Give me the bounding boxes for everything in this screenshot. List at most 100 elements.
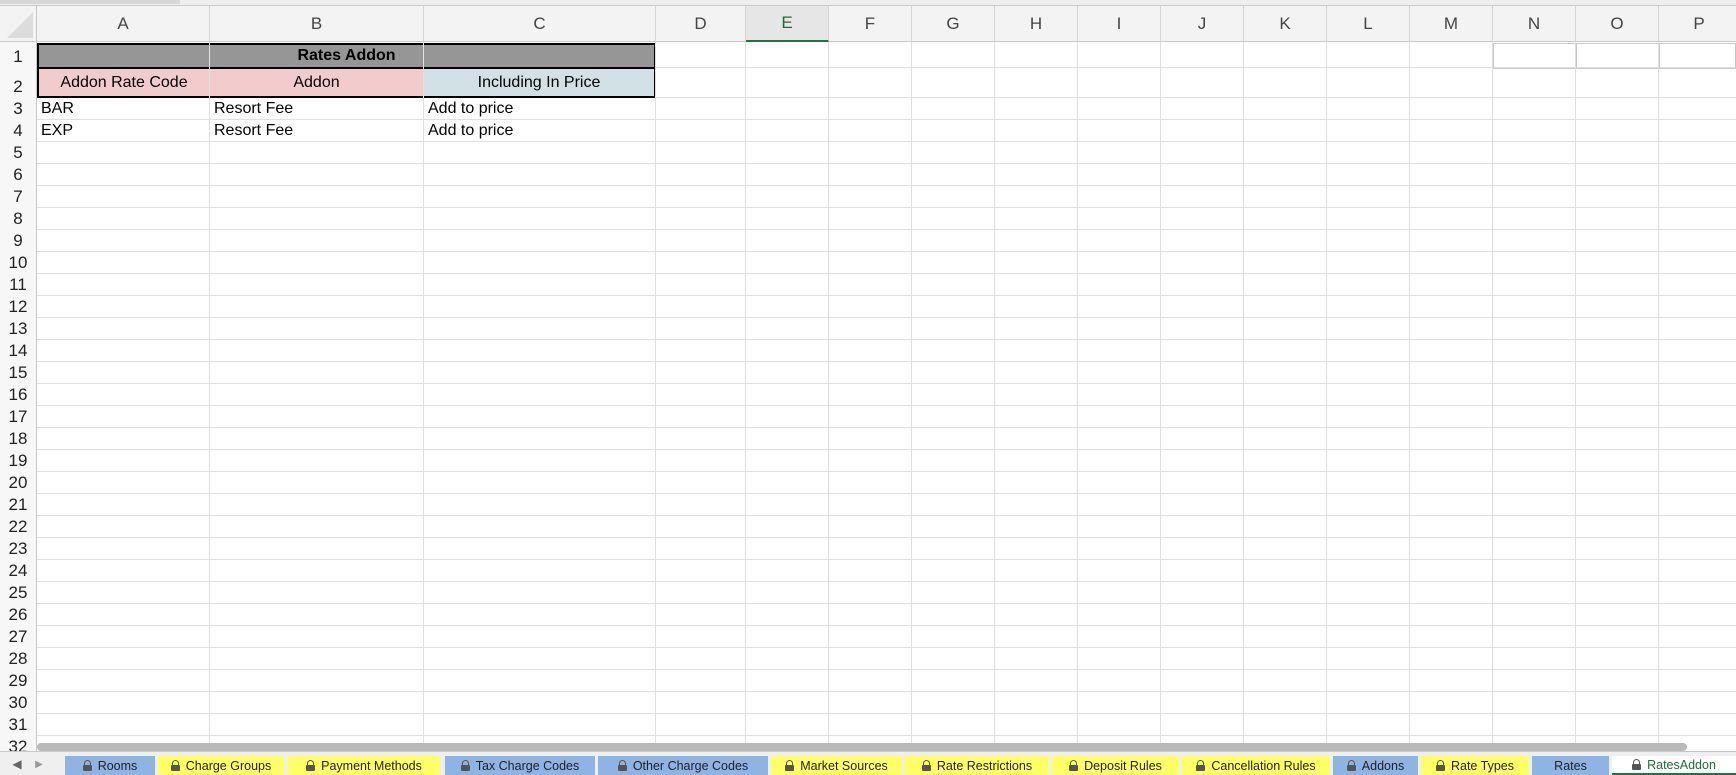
sheet-tab-other-charge-codes[interactable]: Other Charge Codes <box>598 756 768 775</box>
lock-icon <box>921 760 931 771</box>
row-header-31[interactable]: 31 <box>0 714 37 736</box>
column-header-f[interactable]: F <box>829 6 912 42</box>
column-header-l[interactable]: L <box>1327 6 1410 42</box>
grid-row-line <box>37 405 1736 406</box>
sheet-tab-rate-types[interactable]: Rate Types <box>1421 756 1529 775</box>
column-header-i[interactable]: I <box>1078 6 1161 42</box>
column-header-g[interactable]: G <box>912 6 995 42</box>
row-header-18[interactable]: 18 <box>0 428 37 450</box>
column-header-k[interactable]: K <box>1244 6 1327 42</box>
row-header-12[interactable]: 12 <box>0 296 37 318</box>
cell-p1[interactable] <box>1659 43 1736 69</box>
grid-row-line <box>37 735 1736 736</box>
header-cell-addon[interactable]: Addon <box>210 69 425 98</box>
grid-row-line <box>37 207 1736 208</box>
cell-n1[interactable] <box>1493 43 1576 69</box>
sheet-tab-label: Cancellation Rules <box>1211 758 1316 773</box>
sheet-tab-rates[interactable]: Rates <box>1532 756 1609 775</box>
row-header-27[interactable]: 27 <box>0 626 37 648</box>
spreadsheet-grid[interactable]: Rates Addon Addon Rate Code Addon Includ… <box>0 6 1736 751</box>
row-header-8[interactable]: 8 <box>0 208 37 230</box>
sheet-tab-charge-groups[interactable]: Charge Groups <box>158 756 284 775</box>
next-sheet-arrow-icon[interactable]: ▶ <box>30 753 48 775</box>
cell-a4[interactable]: EXP <box>37 120 210 142</box>
sheet-tab-addons[interactable]: Addons <box>1333 756 1418 775</box>
row-header-22[interactable]: 22 <box>0 516 37 538</box>
toolbar-strip <box>0 0 180 4</box>
column-header-o[interactable]: O <box>1576 6 1659 42</box>
row-header-24[interactable]: 24 <box>0 560 37 582</box>
row-header-14[interactable]: 14 <box>0 340 37 362</box>
row-header-1[interactable]: 1 <box>0 42 37 68</box>
sheet-tab-tax-charge-codes[interactable]: Tax Charge Codes <box>445 756 595 775</box>
row-header-15[interactable]: 15 <box>0 362 37 384</box>
column-header-p[interactable]: P <box>1659 6 1736 42</box>
sheet-tab-label: Other Charge Codes <box>632 758 749 773</box>
row-header-26[interactable]: 26 <box>0 604 37 626</box>
cell-c3[interactable]: Add to price <box>424 98 656 120</box>
lock-icon <box>1069 760 1079 771</box>
row-header-5[interactable]: 5 <box>0 142 37 164</box>
header-cell-addon-rate-code[interactable]: Addon Rate Code <box>37 69 211 98</box>
horizontal-scrollbar[interactable] <box>37 743 1687 751</box>
cell-a3[interactable]: BAR <box>37 98 210 120</box>
row-header-13[interactable]: 13 <box>0 318 37 340</box>
row-header-28[interactable]: 28 <box>0 648 37 670</box>
select-all-corner[interactable] <box>0 6 37 42</box>
column-header-m[interactable]: M <box>1410 6 1493 42</box>
row-header-4[interactable]: 4 <box>0 120 37 142</box>
column-header-n[interactable]: N <box>1493 6 1576 42</box>
sheet-tab-label: Payment Methods <box>321 758 422 773</box>
header-cell-including-in-price[interactable]: Including In Price <box>424 69 656 98</box>
grid-column-line <box>745 42 746 743</box>
column-header-a[interactable]: A <box>37 6 210 42</box>
grid-row-line <box>37 229 1736 230</box>
grid-row-line <box>37 251 1736 252</box>
cell-b4[interactable]: Resort Fee <box>210 120 424 142</box>
row-header-25[interactable]: 25 <box>0 582 37 604</box>
sheet-tab-market-sources[interactable]: Market Sources <box>771 756 902 775</box>
column-header-d[interactable]: D <box>656 6 746 42</box>
column-header-c[interactable]: C <box>424 6 656 42</box>
cell-b3[interactable]: Resort Fee <box>210 98 424 120</box>
grid-row-line <box>37 713 1736 714</box>
row-header-7[interactable]: 7 <box>0 186 37 208</box>
sheet-tab-rate-restrictions[interactable]: Rate Restrictions <box>905 756 1049 775</box>
row-header-30[interactable]: 30 <box>0 692 37 714</box>
column-header-j[interactable]: J <box>1161 6 1244 42</box>
sheet-tab-rooms[interactable]: Rooms <box>65 756 155 775</box>
sheet-tab-label: Deposit Rules <box>1084 758 1162 773</box>
column-header-h[interactable]: H <box>995 6 1078 42</box>
lock-icon <box>617 760 627 771</box>
lock-icon <box>306 760 316 771</box>
row-header-19[interactable]: 19 <box>0 450 37 472</box>
row-header-3[interactable]: 3 <box>0 98 37 120</box>
row-header-17[interactable]: 17 <box>0 406 37 428</box>
cell-o1[interactable] <box>1576 43 1659 69</box>
grid-column-line <box>209 42 210 743</box>
row-header-10[interactable]: 10 <box>0 252 37 274</box>
sheet-tab-ratesaddon[interactable]: RatesAddon <box>1612 756 1736 775</box>
row-header-21[interactable]: 21 <box>0 494 37 516</box>
sheet-tab-payment-methods[interactable]: Payment Methods <box>288 756 440 775</box>
column-header-e[interactable]: E <box>746 6 829 42</box>
row-header-9[interactable]: 9 <box>0 230 37 252</box>
sheet-tab-label: Market Sources <box>800 758 888 773</box>
row-header-16[interactable]: 16 <box>0 384 37 406</box>
row-header-32[interactable]: 32 <box>0 736 37 751</box>
title-cell-rates-addon[interactable]: Rates Addon <box>37 43 656 69</box>
grid-row-line <box>37 383 1736 384</box>
prev-sheet-arrow-icon[interactable]: ◀ <box>8 753 26 775</box>
sheet-tab-cancellation-rules[interactable]: Cancellation Rules <box>1182 756 1330 775</box>
grid-row-line <box>37 449 1736 450</box>
row-header-2[interactable]: 2 <box>0 68 37 98</box>
cell-c4[interactable]: Add to price <box>424 120 656 142</box>
column-header-b[interactable]: B <box>210 6 424 42</box>
sheet-tab-deposit-rules[interactable]: Deposit Rules <box>1052 756 1179 775</box>
row-header-11[interactable]: 11 <box>0 274 37 296</box>
row-header-6[interactable]: 6 <box>0 164 37 186</box>
row-header-23[interactable]: 23 <box>0 538 37 560</box>
row-header-29[interactable]: 29 <box>0 670 37 692</box>
row-header-20[interactable]: 20 <box>0 472 37 494</box>
grid-row-line <box>37 317 1736 318</box>
